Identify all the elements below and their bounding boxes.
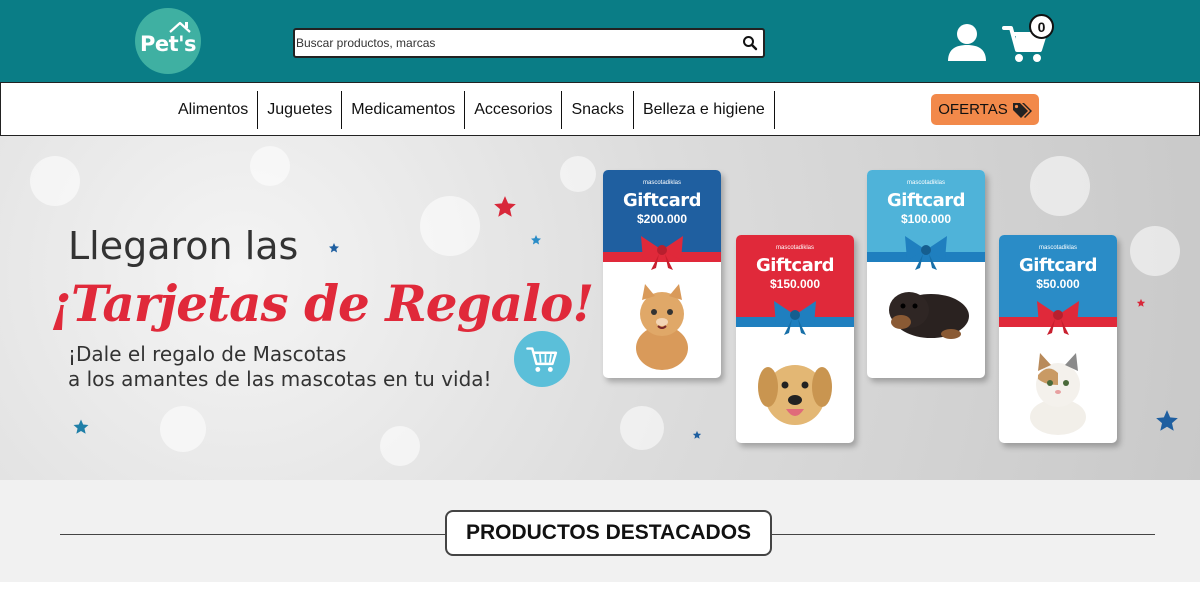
- rottweiler-puppy-image: [889, 292, 969, 339]
- logo-text: Pet's: [139, 32, 197, 56]
- category-list: Alimentos Juguetes Medicamentos Accesori…: [169, 91, 775, 129]
- giftcard-200000: mascotadiklas Giftcard $200.000: [603, 170, 721, 378]
- blue-star-icon: [531, 235, 541, 245]
- nav-item-juguetes[interactable]: Juguetes: [258, 91, 343, 129]
- card-amount: $100.000: [900, 212, 952, 226]
- blue-bow-icon: [905, 236, 947, 270]
- bokeh-light: [560, 156, 596, 192]
- blue-star-icon: [73, 419, 89, 434]
- kitten-image: [636, 284, 688, 370]
- giftcard-150000: mascotadiklas Giftcard $150.000: [736, 235, 854, 443]
- blue-star-icon: [1156, 410, 1178, 431]
- kitten-image: [1030, 353, 1086, 435]
- nav-item-alimentos[interactable]: Alimentos: [169, 91, 259, 129]
- blue-bow-icon: [774, 301, 816, 335]
- card-brand: mascotadiklas: [642, 180, 681, 186]
- card-title: Giftcard: [1019, 255, 1097, 276]
- tags-icon: [1012, 102, 1032, 118]
- giftcard-banner[interactable]: Llegaron las ¡Tarjetas de Regalo! ¡Dale …: [0, 136, 1200, 480]
- card-title: Giftcard: [756, 255, 834, 276]
- ofertas-label: OFERTAS: [938, 101, 1008, 118]
- top-header: Pet's 0: [0, 0, 1200, 82]
- nav-item-belleza-higiene[interactable]: Belleza e higiene: [634, 91, 775, 129]
- giftcard-100000: mascotadiklas Giftcard $100.000: [867, 170, 985, 378]
- bokeh-light: [160, 406, 206, 452]
- bokeh-light: [380, 426, 420, 466]
- card-amount: $200.000: [636, 212, 688, 226]
- red-star-icon: [1136, 298, 1146, 307]
- blue-star-icon: [329, 243, 339, 253]
- red-bow-icon: [1037, 301, 1079, 335]
- bokeh-light: [1030, 156, 1090, 216]
- nav-item-medicamentos[interactable]: Medicamentos: [342, 91, 466, 129]
- card-brand: mascotadiklas: [775, 245, 814, 251]
- giftcard-50000: mascotadiklas Giftcard $50.000: [999, 235, 1117, 443]
- search-input[interactable]: [296, 30, 736, 56]
- golden-retriever-image: [758, 365, 832, 425]
- ofertas-button[interactable]: OFERTAS: [931, 94, 1039, 125]
- card-brand: mascotadiklas: [1038, 245, 1077, 251]
- card-title: Giftcard: [887, 190, 965, 211]
- bokeh-light: [620, 406, 664, 450]
- card-brand: mascotadiklas: [906, 180, 945, 186]
- banner-headline-highlight: ¡Tarjetas de Regalo!: [50, 274, 594, 333]
- search-icon[interactable]: [741, 34, 759, 52]
- house-roof-icon: [169, 21, 191, 33]
- banner-cart-button[interactable]: [514, 331, 570, 387]
- banner-headline: Llegaron las: [68, 224, 299, 268]
- user-icon[interactable]: [946, 22, 988, 62]
- nav-item-snacks[interactable]: Snacks: [562, 91, 634, 129]
- cart-count-badge[interactable]: 0: [1029, 14, 1054, 39]
- nav-item-accesorios[interactable]: Accesorios: [465, 91, 563, 129]
- featured-products-title: PRODUCTOS DESTACADOS: [445, 510, 772, 556]
- bokeh-light: [1130, 226, 1180, 276]
- red-bow-icon: [641, 236, 683, 270]
- bokeh-light: [250, 146, 290, 186]
- bokeh-light: [420, 196, 480, 256]
- pets-logo[interactable]: Pet's: [135, 8, 201, 74]
- card-amount: $150.000: [769, 277, 821, 291]
- bokeh-light: [30, 156, 80, 206]
- search-bar: [293, 28, 765, 58]
- banner-subtitle: a los amantes de las mascotas en tu vida…: [68, 367, 492, 391]
- card-title: Giftcard: [623, 190, 701, 211]
- card-amount: $50.000: [1036, 277, 1080, 291]
- blue-star-icon: [692, 430, 702, 439]
- featured-products-section: PRODUCTOS DESTACADOS: [0, 480, 1200, 582]
- cart-icon: [526, 347, 558, 372]
- banner-subtitle: ¡Dale el regalo de Mascotas: [68, 342, 347, 366]
- red-star-icon: [494, 196, 516, 217]
- category-nav: Alimentos Juguetes Medicamentos Accesori…: [0, 82, 1200, 136]
